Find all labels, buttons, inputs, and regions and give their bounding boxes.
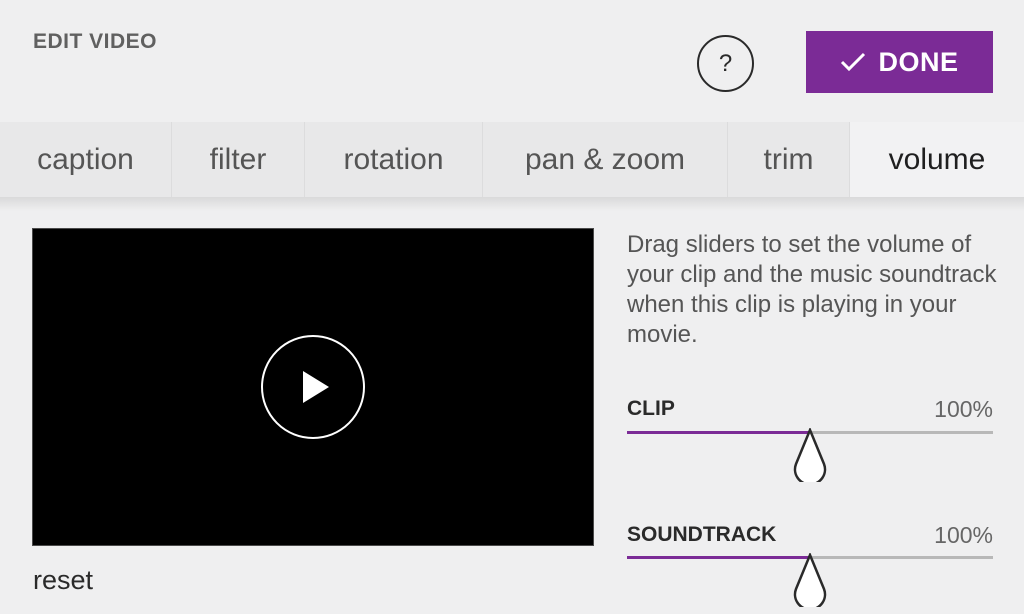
done-button[interactable]: DONE <box>806 31 993 93</box>
tab-trim[interactable]: trim <box>728 122 850 197</box>
tab-label: rotation <box>343 142 444 176</box>
tab-label: pan & zoom <box>524 142 686 176</box>
clip-slider[interactable] <box>627 426 993 486</box>
reset-link[interactable]: reset <box>33 565 93 596</box>
soundtrack-label: SOUNDTRACK <box>627 523 777 546</box>
play-button[interactable] <box>261 335 365 439</box>
header: EDIT VIDEO ? DONE <box>0 0 1024 122</box>
tab-volume[interactable]: volume <box>850 122 1024 197</box>
video-preview[interactable] <box>32 228 594 546</box>
tab-bar: caption filter rotation pan & zoom trim … <box>0 122 1024 197</box>
tab-label: filter <box>209 142 267 176</box>
tab-divider <box>0 197 1024 211</box>
done-label: DONE <box>878 46 959 77</box>
tab-pan-zoom[interactable]: pan & zoom <box>483 122 728 197</box>
slider-thumb-icon[interactable] <box>790 551 830 612</box>
soundtrack-slider-fill <box>627 556 810 559</box>
tab-label: volume <box>888 142 986 176</box>
soundtrack-value: 100% <box>934 522 993 548</box>
slider-thumb-icon[interactable] <box>790 426 830 487</box>
check-icon <box>840 52 866 72</box>
clip-value: 100% <box>934 396 993 422</box>
tab-filter[interactable]: filter <box>172 122 305 197</box>
tab-rotation[interactable]: rotation <box>305 122 483 197</box>
help-label: ? <box>718 49 733 77</box>
volume-instructions: Drag sliders to set the volume of your c… <box>627 231 997 348</box>
tab-caption[interactable]: caption <box>0 122 172 197</box>
help-button[interactable]: ? <box>697 35 754 92</box>
page-title: EDIT VIDEO <box>33 30 158 53</box>
clip-label: CLIP <box>627 397 675 420</box>
tab-label: caption <box>37 142 134 176</box>
soundtrack-slider[interactable] <box>627 551 993 611</box>
clip-slider-fill <box>627 431 810 434</box>
tab-label: trim <box>763 142 814 176</box>
